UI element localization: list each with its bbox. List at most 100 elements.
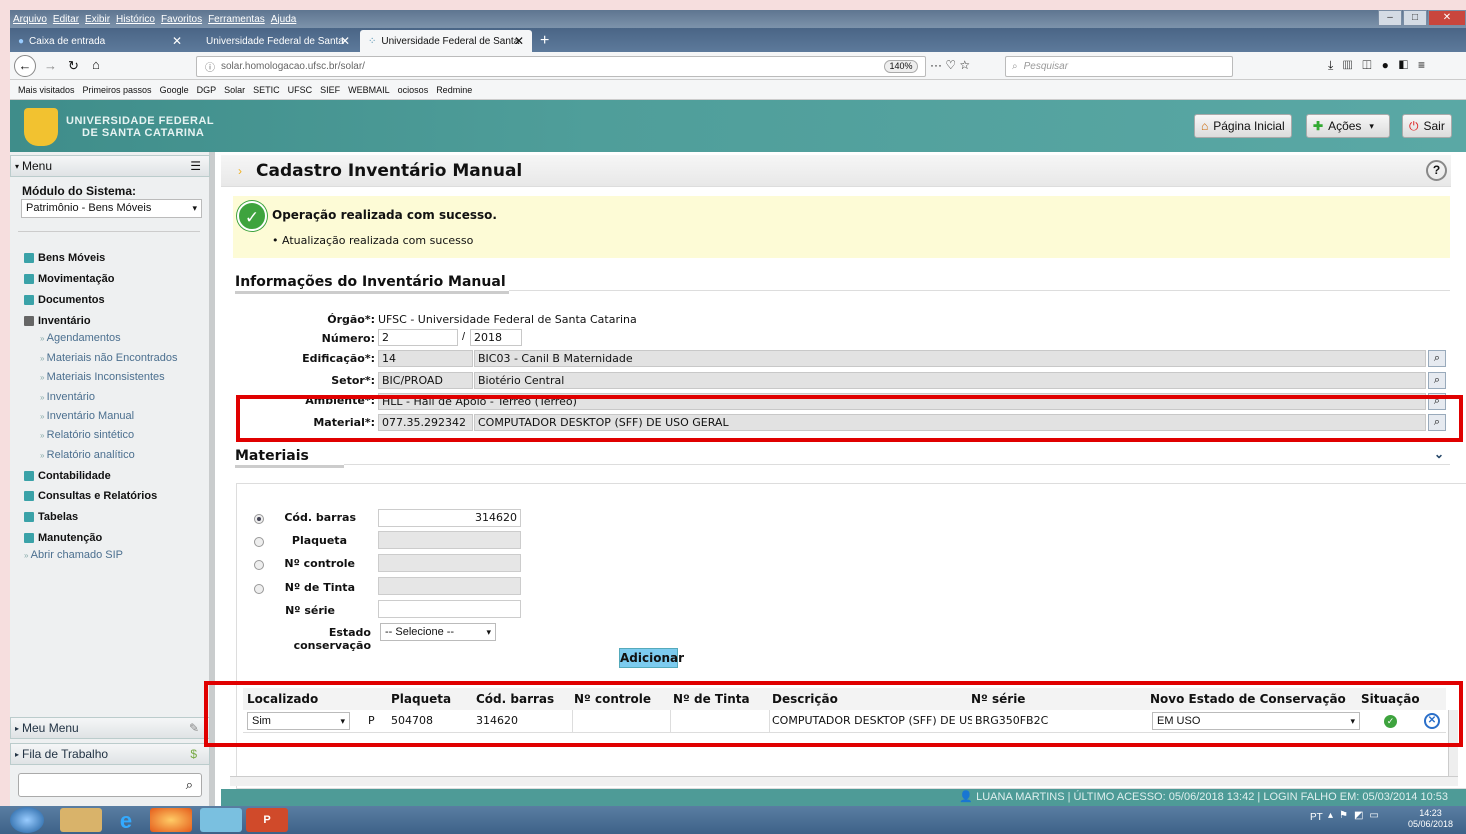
sidebar-item-manutencao[interactable]: Manutenção <box>24 532 102 544</box>
bookmark-item[interactable]: SETIC <box>253 85 280 95</box>
close-tab-icon[interactable]: ✕ <box>340 34 350 48</box>
bookmark-item[interactable]: Solar <box>224 85 245 95</box>
collapse-section-icon[interactable]: ⌄ <box>1434 447 1444 461</box>
home-icon[interactable]: ⌂ <box>92 57 100 72</box>
tools-icon[interactable]: ✎ <box>189 721 199 735</box>
bar-label: Fila de Trabalho <box>22 747 109 761</box>
menu-historico[interactable]: Histórico <box>116 14 155 25</box>
work-queue-bar[interactable]: ▸ Fila de Trabalho $ <box>10 743 210 765</box>
firefox-icon[interactable] <box>150 808 192 832</box>
sidebar-search-input[interactable]: ⌕ <box>18 773 202 797</box>
bookmark-item[interactable]: DGP <box>197 85 217 95</box>
sidebar-sub-inventario-manual[interactable]: Inventário Manual <box>40 410 134 422</box>
sidebar-sub-agendamentos[interactable]: Agendamentos <box>40 332 121 344</box>
radio-tinta[interactable] <box>254 584 264 594</box>
tab-ufsc-active[interactable]: ⁘ Universidade Federal de Santa ✕ <box>360 30 532 52</box>
app-icon[interactable] <box>200 808 242 832</box>
add-button[interactable]: Adicionar <box>619 648 684 668</box>
url-bar[interactable]: ⓘ solar.homologacao.ufsc.br/solar/ <box>196 56 926 77</box>
bookmark-item[interactable]: SIEF <box>320 85 340 95</box>
back-icon[interactable]: ← <box>14 55 36 77</box>
search-icon[interactable]: ⌕ <box>186 777 193 793</box>
start-button[interactable] <box>10 807 44 833</box>
sidebar-item-tabelas[interactable]: Tabelas <box>24 511 78 523</box>
bookmark-item[interactable]: Redmine <box>436 85 472 95</box>
sidebar-menu-header[interactable]: ▾ Menu ☰ <box>10 155 210 177</box>
close-window-icon[interactable]: ✕ <box>1428 10 1466 26</box>
sidebar-sub-inventario[interactable]: Inventário <box>40 391 95 403</box>
menu-editar[interactable]: Editar <box>53 14 79 25</box>
sidebar-item-inventario[interactable]: Inventário <box>24 315 91 327</box>
menu-ferramentas[interactable]: Ferramentas <box>208 14 265 25</box>
setor-name-field[interactable]: Biotério Central <box>474 372 1426 389</box>
maximize-icon[interactable]: □ <box>1403 10 1427 26</box>
radio-cod-barras[interactable] <box>254 514 264 524</box>
powerpoint-icon[interactable]: P <box>246 808 288 832</box>
cod-barras-input[interactable]: 314620 <box>378 509 521 527</box>
forward-icon[interactable]: → <box>44 58 57 73</box>
radio-controle[interactable] <box>254 560 264 570</box>
actions-button[interactable]: ✚ Ações ▾ <box>1306 114 1390 138</box>
menu-ajuda[interactable]: Ajuda <box>271 14 297 25</box>
bookmark-item[interactable]: Primeiros passos <box>83 85 152 95</box>
radio-plaqueta[interactable] <box>254 537 264 547</box>
controle-input[interactable] <box>378 554 521 572</box>
tinta-input[interactable] <box>378 577 521 595</box>
module-select[interactable]: Patrimônio - Bens Móveis <box>21 199 202 218</box>
sidebar-sub-inconsistentes[interactable]: Materiais Inconsistentes <box>40 371 165 383</box>
bookmark-item[interactable]: Google <box>160 85 189 95</box>
close-tab-icon[interactable]: ✕ <box>172 34 182 48</box>
minimize-icon[interactable]: – <box>1378 10 1402 26</box>
clock[interactable]: 14:23 05/06/2018 <box>1408 808 1453 830</box>
sidebar-item-movimentacao[interactable]: Movimentação <box>24 273 114 285</box>
setor-code-field[interactable]: BIC/PROAD <box>378 372 473 389</box>
zoom-badge[interactable]: 140% <box>884 60 918 73</box>
new-tab-icon[interactable]: + <box>532 30 556 52</box>
tab-ufsc-1[interactable]: Universidade Federal de Santa ✕ <box>198 30 358 52</box>
sidebar-item-contabilidade[interactable]: Contabilidade <box>24 470 111 482</box>
my-menu-bar[interactable]: ▸ Meu Menu ✎ <box>10 717 210 739</box>
tray-icons[interactable]: ▴⚑◩▭ <box>1328 810 1385 821</box>
reload-icon[interactable]: ↻ <box>68 58 79 74</box>
bookmark-item[interactable]: Mais visitados <box>18 85 75 95</box>
menu-arquivo[interactable]: Arquivo <box>13 14 47 25</box>
sidebar-item-documentos[interactable]: Documentos <box>24 294 105 306</box>
menu-favoritos[interactable]: Favoritos <box>161 14 202 25</box>
ie-icon[interactable]: e <box>105 808 147 833</box>
plaqueta-input[interactable] <box>378 531 521 549</box>
home-page-button[interactable]: ⌂ Página Inicial <box>1194 114 1292 138</box>
ano-field[interactable]: 2018 <box>470 329 522 346</box>
numero-field[interactable]: 2 <box>378 329 458 346</box>
language-indicator[interactable]: PT <box>1310 812 1323 823</box>
close-tab-icon[interactable]: ✕ <box>514 34 524 48</box>
estado-select[interactable]: -- Selecione -- <box>380 623 496 641</box>
sidebar-sub-relatorio-analitico[interactable]: Relatório analítico <box>40 449 135 461</box>
dollar-icon[interactable]: $ <box>190 747 197 761</box>
search-edificacao-icon[interactable]: ⌕ <box>1428 350 1446 367</box>
tab-email[interactable]: ● Caixa de entrada ✕ <box>10 30 190 52</box>
edificacao-name-field[interactable]: BIC03 - Canil B Maternidade <box>474 350 1426 367</box>
explorer-icon[interactable] <box>60 808 102 832</box>
sidebar-link-sip[interactable]: Abrir chamado SIP <box>24 549 123 561</box>
sidebar-sub-relatorio-sintetico[interactable]: Relatório sintético <box>40 429 134 441</box>
horizontal-scrollbar[interactable] <box>230 776 1458 786</box>
serie-input[interactable] <box>378 600 521 618</box>
bookmark-item[interactable]: WEBMAIL <box>348 85 390 95</box>
sidebar-sub-nao-encontrados[interactable]: Materiais não Encontrados <box>40 352 178 364</box>
sidebar-item-bens-moveis[interactable]: Bens Móveis <box>24 252 105 264</box>
page-actions-icon[interactable]: ··· ♡ ☆ <box>930 58 970 72</box>
menu-exibir[interactable]: Exibir <box>85 14 110 25</box>
help-icon[interactable]: ? <box>1426 160 1447 181</box>
toolbar-icons[interactable]: ⤓▥◫●◧≡ <box>1328 58 1435 73</box>
label-orgao: Órgão*: <box>327 313 375 326</box>
exit-button[interactable]: ⏻ Sair <box>1402 114 1452 138</box>
bookmark-item[interactable]: ociosos <box>398 85 429 95</box>
edificacao-code-field[interactable]: 14 <box>378 350 473 367</box>
sidebar-item-consultas[interactable]: Consultas e Relatórios <box>24 490 157 502</box>
search-setor-icon[interactable]: ⌕ <box>1428 372 1446 389</box>
bookmark-item[interactable]: UFSC <box>288 85 313 95</box>
label-cod-barras: Cód. barras <box>284 511 356 524</box>
search-input[interactable]: ⌕ Pesquisar <box>1005 56 1233 77</box>
button-label: Página Inicial <box>1213 119 1285 133</box>
list-view-icon[interactable]: ☰ <box>190 159 201 173</box>
